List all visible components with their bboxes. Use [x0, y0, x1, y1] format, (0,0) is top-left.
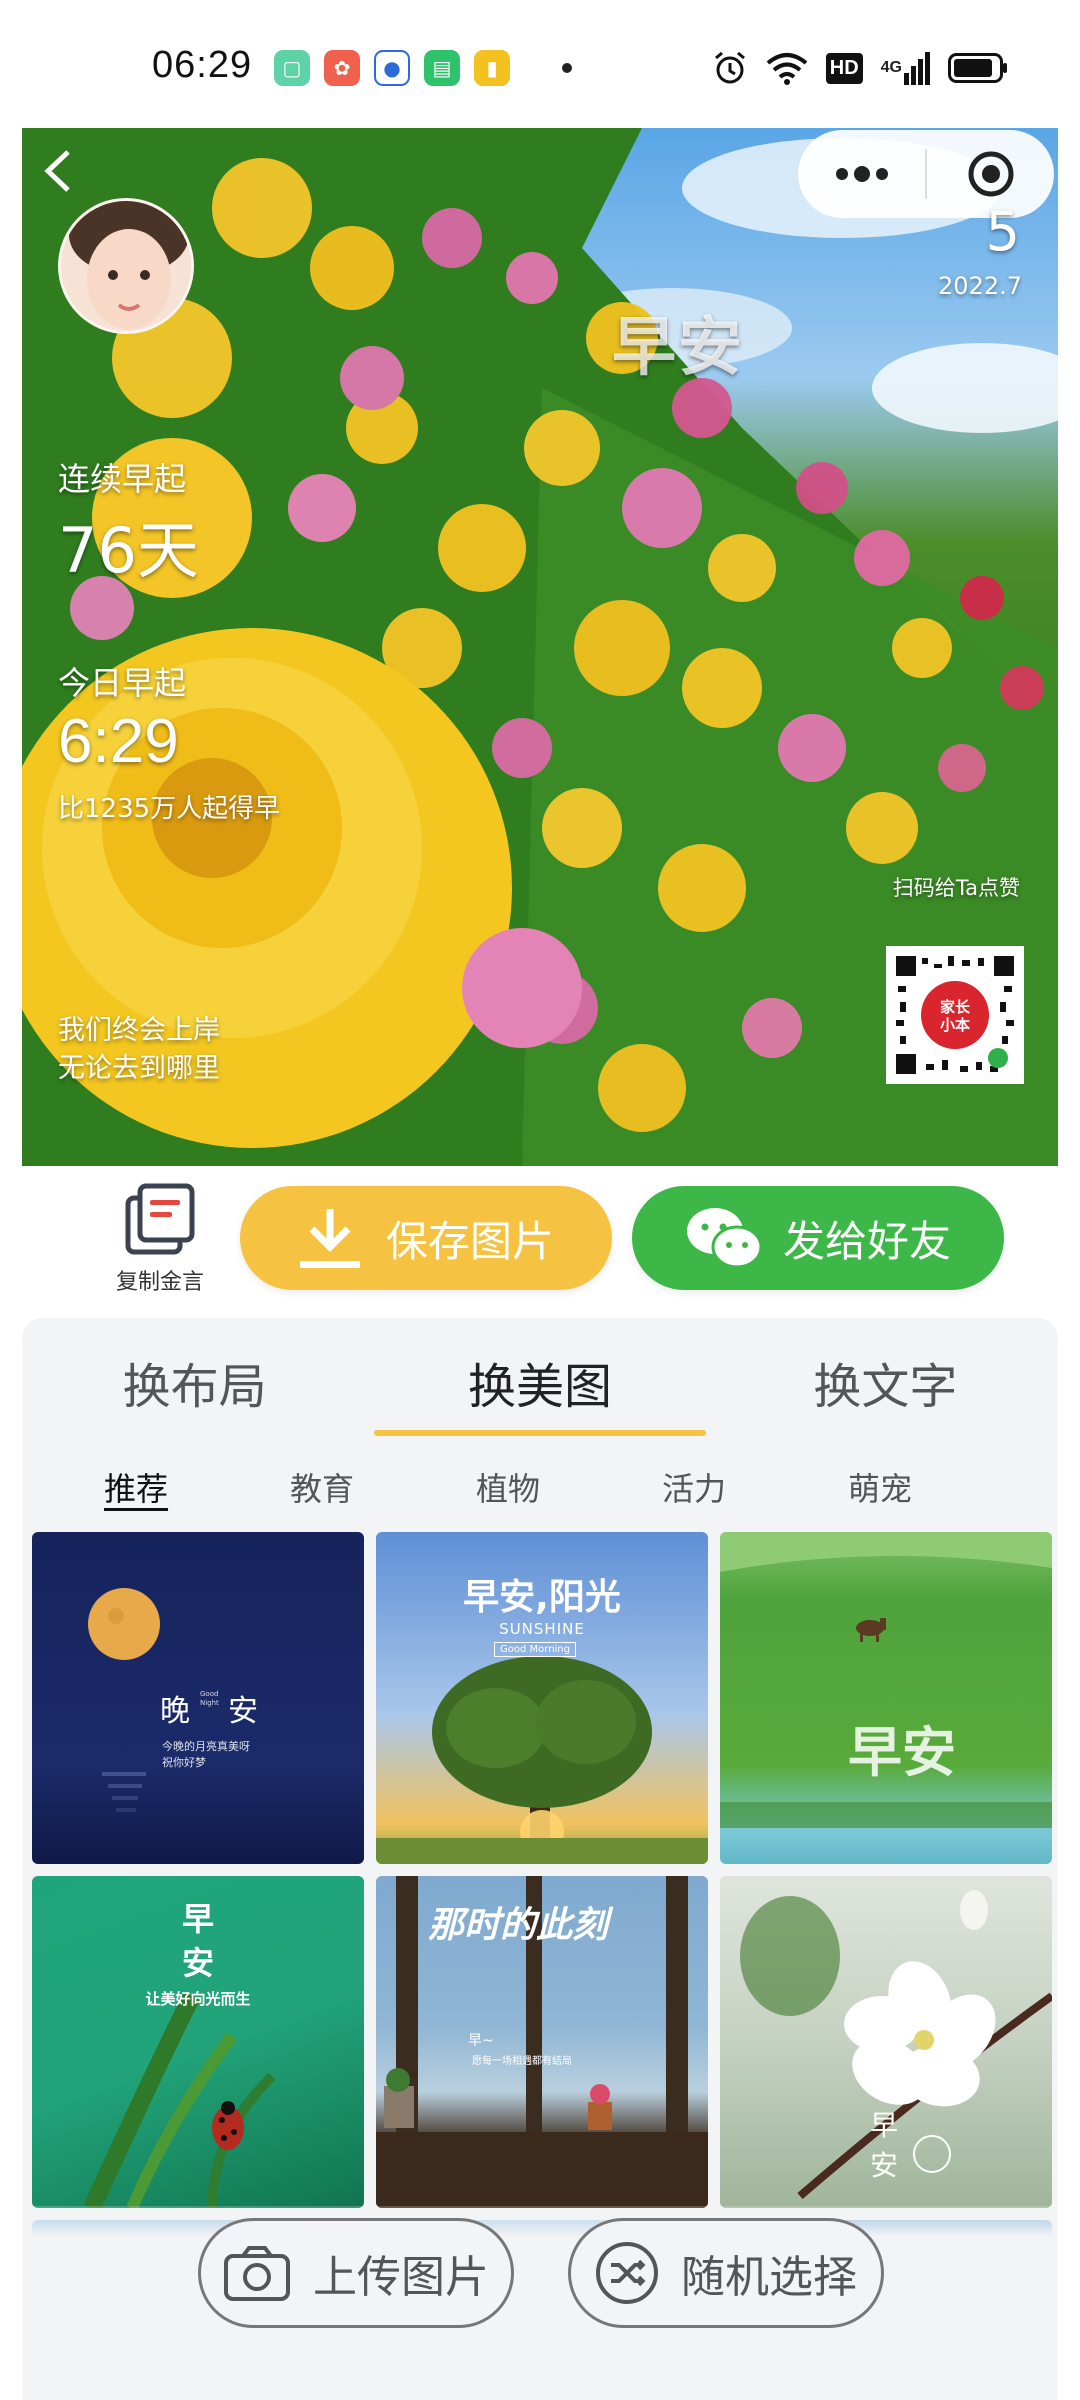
- category-pets[interactable]: 萌宠: [848, 1464, 912, 1510]
- thumb-text: 安: [228, 1694, 258, 1729]
- copy-quote-button[interactable]: 复制金言: [100, 1180, 220, 1300]
- send-to-friend-label: 发给好友: [782, 1216, 951, 1266]
- thumb-text: 早安: [848, 1721, 956, 1784]
- qr-label: 扫码给Ta点赞: [892, 876, 1020, 900]
- download-icon: [299, 1209, 360, 1268]
- random-select-label: 随机选择: [681, 2252, 857, 2303]
- user-avatar: [58, 198, 194, 334]
- quote-line: 我们终会上岸: [58, 1015, 220, 1046]
- customize-panel: 换布局 换美图 换文字 推荐 教育 植物 活力 萌宠 晚 Good Night …: [22, 1318, 1058, 2400]
- status-time: 06:29: [152, 44, 253, 86]
- random-select-button[interactable]: 随机选择: [568, 2218, 884, 2328]
- shuffle-icon: [596, 2242, 658, 2304]
- svg-text:家长: 家长: [940, 998, 971, 1016]
- app-notification-icon: ●: [374, 50, 410, 86]
- date-year-month: 2022.7: [938, 272, 1022, 300]
- thumb-text: 早~: [468, 2033, 494, 2049]
- category-plants[interactable]: 植物: [476, 1464, 540, 1510]
- category-energy[interactable]: 活力: [662, 1464, 726, 1510]
- battery-icon: [948, 50, 1008, 86]
- copy-quote-label: 复制金言: [115, 1270, 204, 1295]
- greeting-card-preview: 5 2022.7 早安 连续早起 76天 今日早起 6:29 比1235万人起得…: [22, 128, 1058, 1166]
- date-day: 5: [985, 200, 1020, 263]
- main-tabs: 换布局 换美图 换文字: [22, 1318, 1058, 1442]
- image-option[interactable]: 晚 Good Night 安 今晚的月亮真美呀 祝你好梦: [32, 1532, 364, 1864]
- upload-image-button[interactable]: 上传图片: [198, 2218, 514, 2328]
- today-wakeup-time: 6:29: [58, 707, 179, 776]
- image-option[interactable]: 早安: [720, 1532, 1052, 1864]
- thumb-text: Good Morning: [494, 1642, 576, 1657]
- tab-image[interactable]: 换美图: [367, 1318, 712, 1442]
- rank-text: 比1235万人起得早: [58, 794, 281, 824]
- thumb-text: 安: [870, 2149, 899, 2182]
- thumb-text: SUNSHINE: [499, 1620, 585, 1638]
- streak-label: 连续早起: [58, 460, 187, 498]
- today-label: 今日早起: [58, 664, 187, 702]
- bottom-bar-background: [22, 2206, 1058, 2400]
- hd-badge: HD: [825, 50, 863, 86]
- thumb-text: 早: [181, 1900, 214, 1938]
- alarm-icon: [712, 50, 748, 86]
- image-option[interactable]: 早安,阳光 SUNSHINE Good Morning: [376, 1532, 708, 1864]
- thumb-text: Good Night: [200, 1690, 219, 1707]
- upload-image-label: 上传图片: [313, 2252, 489, 2303]
- wifi-icon: [766, 50, 808, 86]
- thumb-text: 晚: [160, 1694, 190, 1729]
- thumb-text: 那时的此刻: [428, 1905, 609, 1946]
- morning-watermark: 早安: [612, 311, 744, 385]
- app-notification-icon: ▮: [474, 50, 510, 86]
- image-option[interactable]: 早 安 让美好向光而生: [32, 1876, 364, 2208]
- thumb-text: 早: [870, 2109, 899, 2142]
- more-icon[interactable]: [798, 130, 925, 218]
- save-image-button[interactable]: 保存图片: [240, 1186, 612, 1290]
- category-education[interactable]: 教育: [290, 1464, 354, 1510]
- camera-icon: [224, 2246, 290, 2301]
- thumb-text: 今晚的月亮真美呀: [162, 1740, 250, 1753]
- quote-line: 无论去到哪里: [58, 1053, 220, 1084]
- tab-text[interactable]: 换文字: [713, 1318, 1058, 1442]
- app-notification-icon: ▢: [274, 50, 310, 86]
- streak-value: 76天: [58, 514, 199, 587]
- more-notifications-dot: [562, 63, 572, 73]
- category-recommended[interactable]: 推荐: [104, 1464, 168, 1510]
- qr-code: 家长 小本: [886, 946, 1024, 1084]
- thumb-text: 祝你好梦: [162, 1756, 206, 1769]
- copy-icon: [125, 1183, 195, 1255]
- back-icon[interactable]: [38, 146, 88, 196]
- app-notification-icon: ▤: [424, 50, 460, 86]
- svg-text:小本: 小本: [940, 1016, 970, 1034]
- app-notification-icon: ✿: [324, 50, 360, 86]
- status-bar: 06:29 ▢ ✿ ● ▤ ▮ HD 4G: [0, 0, 1080, 128]
- image-option[interactable]: 那时的此刻 早~ 愿每一场相遇都有结局: [376, 1876, 708, 2208]
- notification-icons: ▢ ✿ ● ▤ ▮: [274, 50, 572, 86]
- image-option[interactable]: 早 安: [720, 1876, 1052, 2208]
- send-to-friend-button[interactable]: 发给好友: [632, 1186, 1004, 1290]
- signal-icon: 4G: [881, 50, 930, 86]
- active-tab-indicator: [374, 1430, 706, 1436]
- thumb-text: 让美好向光而生: [145, 1990, 251, 2008]
- category-tabs: 推荐 教育 植物 活力 萌宠: [22, 1464, 1058, 1524]
- thumb-text: 早安,阳光: [463, 1577, 621, 1618]
- tab-layout[interactable]: 换布局: [22, 1318, 367, 1442]
- wechat-icon: [686, 1208, 763, 1269]
- save-image-label: 保存图片: [385, 1216, 554, 1266]
- thumb-text: 愿每一场相遇都有结局: [472, 2056, 572, 2067]
- thumb-text: 安: [181, 1944, 214, 1982]
